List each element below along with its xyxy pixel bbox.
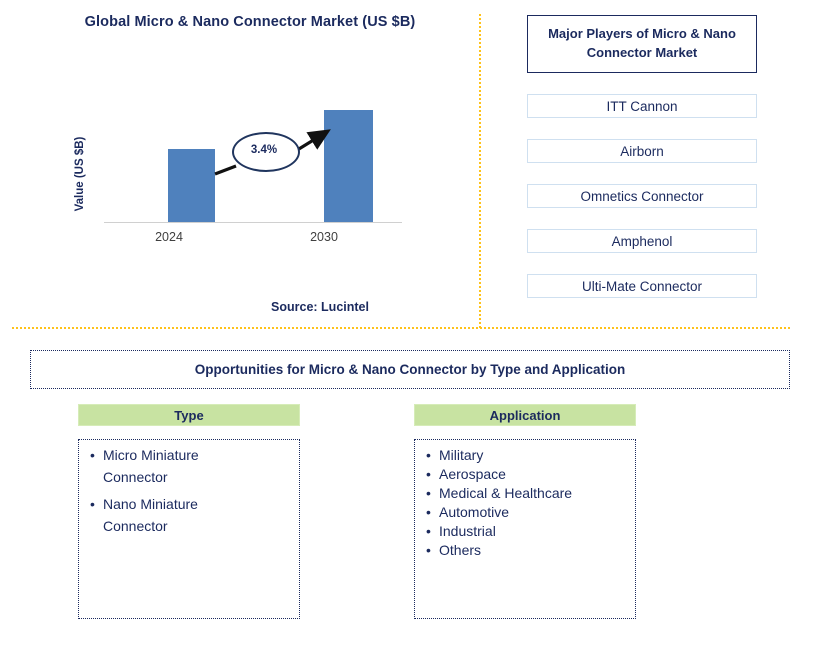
list-item: Nano Miniature Connector	[89, 497, 289, 533]
player-item-amphenol[interactable]: Amphenol	[527, 229, 757, 253]
application-list: Military Aerospace Medical & Healthcare …	[425, 448, 625, 557]
application-column-body: Military Aerospace Medical & Healthcare …	[414, 439, 636, 619]
type-item-1-line1: Nano Miniature	[103, 496, 198, 512]
y-axis-label: Value (US $B)	[74, 136, 86, 212]
type-list: Micro Miniature Connector Nano Miniature…	[89, 448, 289, 533]
source-note: Source: Lucintel	[271, 300, 369, 314]
bar-chart: Value (US $B) 3.4% 2024 2030	[74, 110, 408, 250]
player-item-itt-cannon[interactable]: ITT Cannon	[527, 94, 757, 118]
list-item: Automotive	[425, 505, 625, 519]
horizontal-divider	[12, 327, 790, 329]
type-column-header: Type	[78, 404, 300, 426]
cagr-callout: 3.4%	[214, 124, 331, 184]
major-players-panel: Major Players of Micro & Nano Connector …	[527, 15, 757, 298]
type-column-body: Micro Miniature Connector Nano Miniature…	[78, 439, 300, 619]
plot-area: 3.4%	[104, 110, 408, 222]
type-item-0-line1: Micro Miniature	[103, 447, 199, 463]
x-tick-2024: 2024	[155, 230, 183, 244]
x-axis-line	[104, 222, 402, 223]
list-item: Military	[425, 448, 625, 462]
application-column-header: Application	[414, 404, 636, 426]
player-item-omnetics-connector[interactable]: Omnetics Connector	[527, 184, 757, 208]
type-item-0-line2: Connector	[103, 469, 168, 485]
opportunities-banner: Opportunities for Micro & Nano Connector…	[30, 350, 790, 389]
list-item: Aerospace	[425, 467, 625, 481]
page-title: Global Micro & Nano Connector Market (US…	[84, 14, 416, 30]
x-tick-2030: 2030	[310, 230, 338, 244]
vertical-divider	[479, 14, 481, 328]
player-item-airborn[interactable]: Airborn	[527, 139, 757, 163]
list-item: Industrial	[425, 524, 625, 538]
major-players-header: Major Players of Micro & Nano Connector …	[527, 15, 757, 73]
infographic-page: Global Micro & Nano Connector Market (US…	[0, 0, 818, 654]
list-item: Medical & Healthcare	[425, 486, 625, 500]
player-item-ulti-mate-connector[interactable]: Ulti-Mate Connector	[527, 274, 757, 298]
type-item-1-line2: Connector	[103, 518, 168, 534]
list-item: Micro Miniature Connector	[89, 448, 289, 484]
cagr-value: 3.4%	[250, 144, 278, 156]
list-item: Others	[425, 543, 625, 557]
